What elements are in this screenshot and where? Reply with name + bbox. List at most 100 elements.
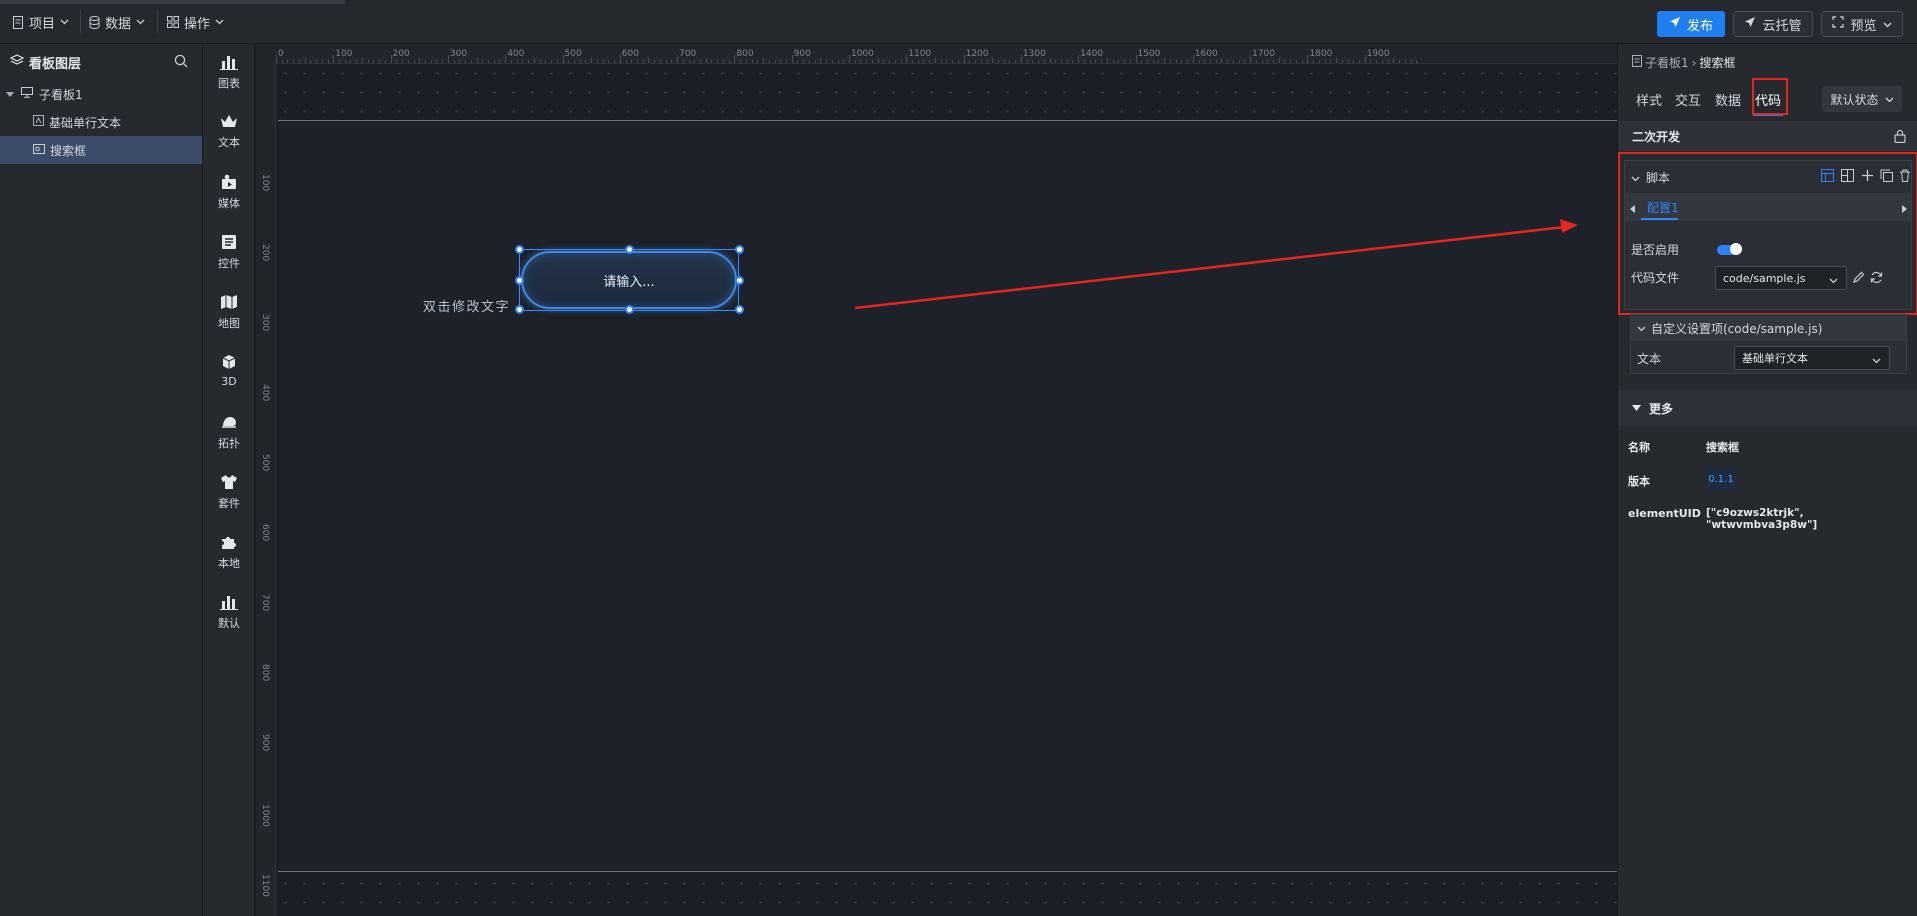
artboard[interactable]: 双击修改文字 请输入... bbox=[278, 120, 1617, 872]
ruler-tick bbox=[946, 60, 948, 63]
ruler-tick bbox=[677, 55, 679, 63]
preview-button[interactable]: 预览 bbox=[1821, 11, 1903, 37]
ruler-tick bbox=[1324, 60, 1326, 63]
ruler-tick bbox=[740, 60, 742, 63]
ruler-tick bbox=[1347, 60, 1349, 63]
ruler-tick bbox=[745, 60, 747, 63]
ruler-tick bbox=[1204, 60, 1206, 63]
lock-icon[interactable] bbox=[1894, 129, 1906, 146]
custom-text-value: 基础单行文本 bbox=[1742, 352, 1808, 365]
tab-data[interactable]: 数据 bbox=[1715, 90, 1741, 109]
ruler-tick bbox=[854, 60, 856, 63]
comp-3d[interactable]: 3D bbox=[203, 354, 255, 388]
search-widget[interactable]: 请输入... bbox=[515, 245, 744, 314]
resize-handle[interactable] bbox=[735, 245, 744, 254]
ruler-tick bbox=[1072, 60, 1074, 63]
custom-settings-header[interactable]: 自定义设置项(code/sample.js) bbox=[1631, 315, 1906, 341]
resize-handle[interactable] bbox=[625, 245, 634, 254]
send-icon bbox=[1669, 16, 1681, 32]
resize-handle[interactable] bbox=[515, 305, 524, 314]
ruler-tick bbox=[694, 60, 696, 63]
layers-panel: 看板图层 子看板1 基础单行文本 搜索框 bbox=[0, 44, 203, 916]
ruler-tick bbox=[1336, 58, 1338, 63]
resize-handle[interactable] bbox=[625, 305, 634, 314]
layer-label: 搜索框 bbox=[50, 143, 87, 158]
resize-handle[interactable] bbox=[515, 276, 524, 285]
ruler-tick bbox=[1095, 60, 1097, 63]
ruler-tick bbox=[900, 60, 902, 63]
layer-item-text[interactable]: 基础单行文本 bbox=[0, 108, 202, 136]
layer-item-search[interactable]: 搜索框 bbox=[0, 136, 202, 164]
comp-label: 3D bbox=[221, 375, 237, 388]
comp-label: 拓扑 bbox=[218, 437, 240, 450]
search-widget-input[interactable]: 请输入... bbox=[521, 251, 737, 309]
comp-chart[interactable]: 图表 bbox=[203, 54, 255, 91]
comp-local[interactable]: 本地 bbox=[203, 534, 255, 571]
ruler-tick-label: 300 bbox=[449, 49, 468, 59]
uid-label: elementUID bbox=[1628, 507, 1701, 520]
ruler-tick bbox=[522, 60, 524, 63]
ruler-tick bbox=[499, 60, 501, 63]
resize-handle[interactable] bbox=[735, 276, 744, 285]
chevron-down-icon bbox=[1883, 17, 1892, 32]
layer-label: 基础单行文本 bbox=[49, 115, 122, 130]
ruler-tick-label: 1000 bbox=[260, 804, 270, 827]
ruler-tick bbox=[1244, 60, 1246, 63]
ruler-tick bbox=[551, 60, 553, 63]
tab-interaction[interactable]: 交互 bbox=[1675, 90, 1701, 109]
menu-data[interactable]: 数据 bbox=[89, 11, 145, 33]
search-icon[interactable] bbox=[174, 54, 188, 72]
ruler-tick bbox=[625, 60, 627, 63]
ruler-tick bbox=[585, 60, 587, 63]
resize-handle[interactable] bbox=[515, 245, 524, 254]
ruler-tick bbox=[361, 58, 363, 63]
tab-style[interactable]: 样式 bbox=[1636, 90, 1662, 109]
menu-data-label: 数据 bbox=[105, 16, 132, 32]
comp-suite[interactable]: 套件 bbox=[203, 474, 255, 511]
ruler-tick bbox=[952, 60, 954, 63]
ruler-tick-label: 400 bbox=[260, 384, 270, 402]
ruler-tick bbox=[871, 60, 873, 63]
comp-media[interactable]: 媒体 bbox=[203, 174, 255, 211]
ruler-tick bbox=[614, 60, 616, 63]
comp-widget[interactable]: 控件 bbox=[203, 234, 255, 271]
ruler-tick bbox=[831, 60, 833, 63]
ruler-tick bbox=[350, 60, 352, 63]
cloud-hosting-label: 云托管 bbox=[1762, 18, 1802, 34]
database-icon bbox=[89, 15, 100, 29]
chevron-right-icon: › bbox=[1691, 55, 1697, 70]
layer-item-dashboard[interactable]: 子看板1 bbox=[0, 80, 202, 108]
comp-map[interactable]: 地图 bbox=[203, 294, 255, 331]
state-select[interactable]: 默认状态 bbox=[1822, 86, 1902, 112]
ruler-tick bbox=[1152, 60, 1154, 63]
menu-operation[interactable]: 操作 bbox=[167, 11, 224, 33]
caret-down-icon[interactable] bbox=[6, 87, 14, 101]
breadcrumb-parent[interactable]: 子看板1 bbox=[1645, 54, 1689, 71]
text-widget[interactable]: 双击修改文字 bbox=[423, 296, 510, 315]
map-icon bbox=[220, 294, 238, 313]
bar-chart-icon bbox=[220, 594, 238, 613]
comp-text[interactable]: 文本 bbox=[203, 114, 255, 150]
ruler-tick bbox=[539, 60, 541, 63]
custom-text-select[interactable]: 基础单行文本 bbox=[1734, 346, 1890, 370]
section-more[interactable]: 更多 bbox=[1618, 390, 1917, 426]
ruler-tick bbox=[997, 60, 999, 63]
ruler-tick bbox=[1318, 60, 1320, 63]
chevron-down-icon bbox=[1637, 321, 1646, 335]
ruler-tick-label: 1100 bbox=[908, 49, 932, 59]
menu-project[interactable]: 项目 bbox=[12, 11, 69, 33]
comp-topology[interactable]: 拓扑 bbox=[203, 414, 255, 451]
ruler-tick bbox=[1043, 60, 1045, 63]
comp-default[interactable]: 默认 bbox=[203, 594, 255, 631]
publish-button[interactable]: 发布 bbox=[1657, 11, 1725, 37]
resize-handle[interactable] bbox=[735, 305, 744, 314]
cloud-hosting-button[interactable]: 云托管 bbox=[1733, 11, 1813, 37]
text-widget-icon bbox=[33, 115, 44, 129]
design-canvas[interactable]: 0 100 200 300 400 500 600 700 800 900 1000 1100 1200… bbox=[256, 44, 1617, 916]
caret-down-icon bbox=[1632, 401, 1641, 415]
ruler-tick bbox=[1003, 60, 1005, 63]
ruler-tick bbox=[957, 60, 959, 63]
component-bar: 图表 文本 媒体 控件 地图 3D 拓扑 套件 本地 默认 bbox=[203, 44, 255, 916]
ruler-tick bbox=[573, 60, 575, 63]
ruler-tick bbox=[1393, 58, 1395, 63]
